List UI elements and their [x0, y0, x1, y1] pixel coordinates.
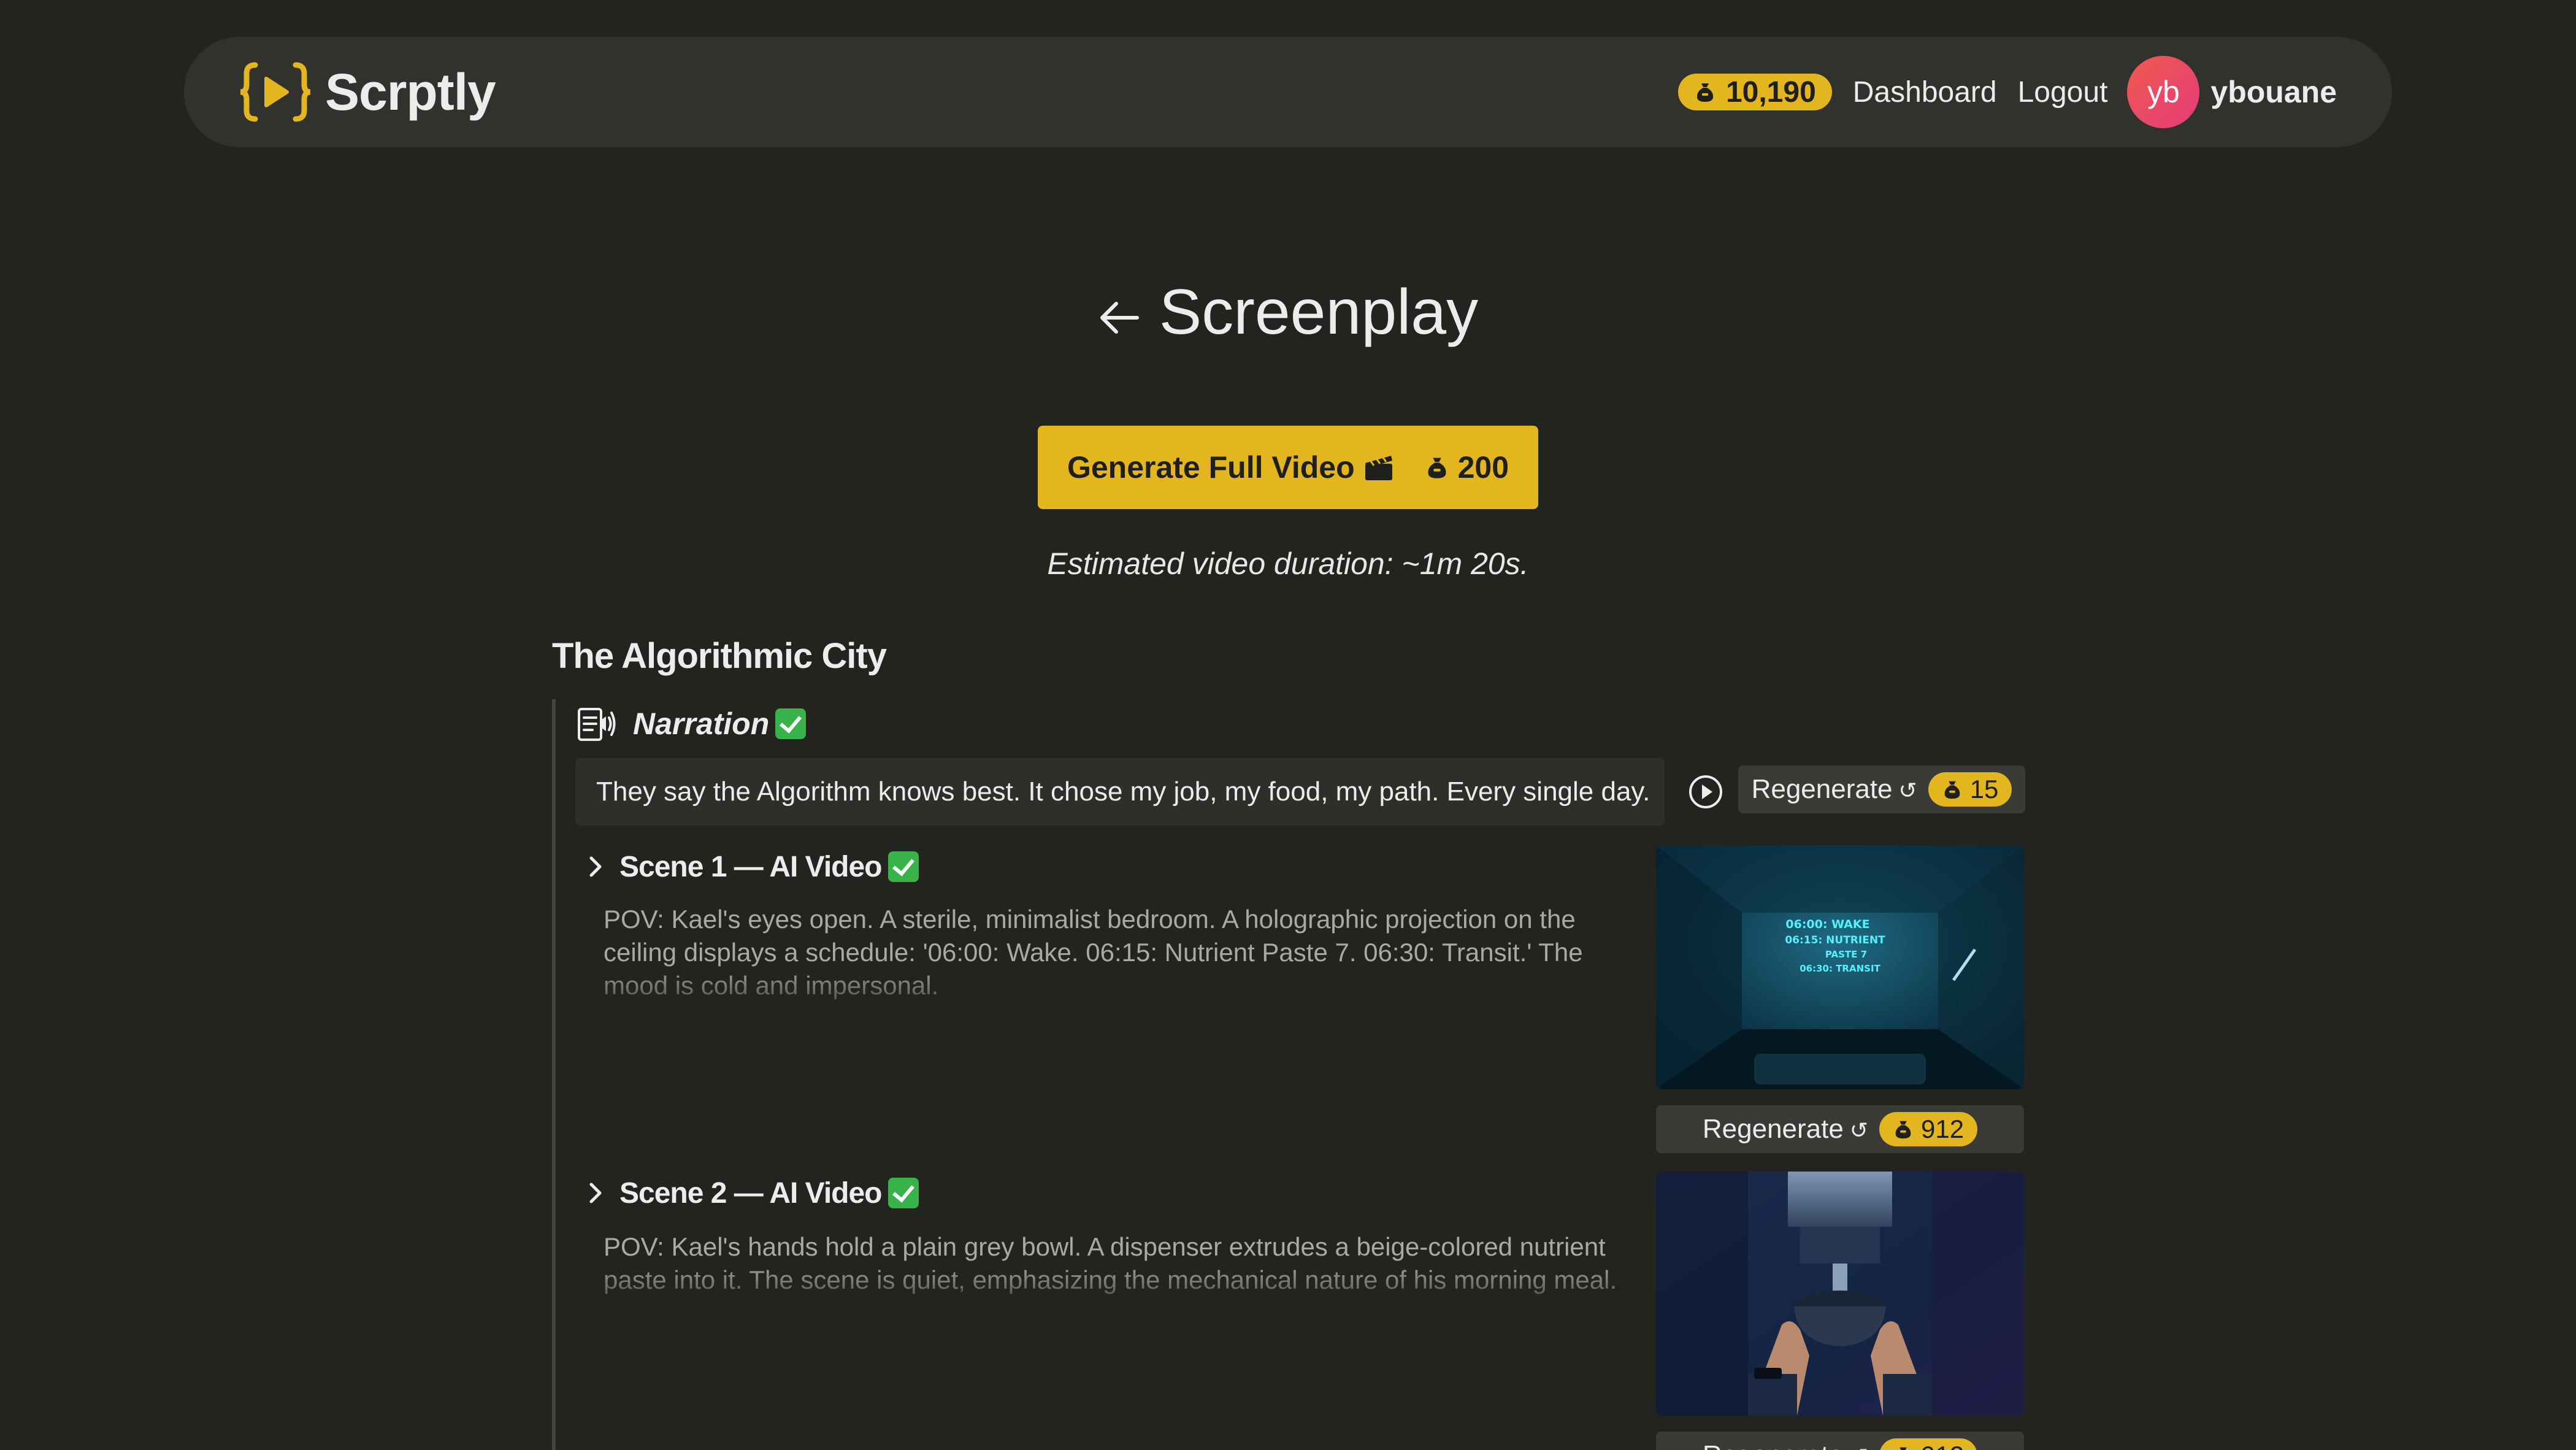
logout-link[interactable]: Logout: [2018, 75, 2108, 109]
refresh-icon: ↺: [1898, 778, 1917, 803]
scene-2-title: Scene 2 — AI Video: [619, 1176, 882, 1210]
back-arrow-icon[interactable]: [1098, 296, 1141, 339]
credits-value: 10,190: [1725, 75, 1816, 109]
scene-1-image: 06:00: WAKE 06:15: NUTRIENT PASTE 7 06:3…: [1656, 845, 2024, 1089]
cost-badge: 15: [1928, 772, 2012, 807]
scene-1-header[interactable]: Scene 1 — AI Video: [586, 845, 919, 888]
narration-header: Narration: [577, 699, 807, 748]
cost-value: 912: [1921, 1441, 1964, 1450]
narration-label: Narration: [633, 707, 770, 741]
regenerate-label: Regenerate: [1702, 1114, 1844, 1144]
avatar[interactable]: yb: [2127, 56, 2200, 128]
refresh-icon: ↺: [1849, 1118, 1869, 1143]
cost-value: 15: [1969, 775, 1999, 804]
brand-name: Scrptly: [325, 63, 496, 121]
check-mark-icon: [775, 708, 807, 739]
refresh-icon: ↺: [1850, 1444, 1868, 1450]
scene-2-description[interactable]: POV: Kael's hands hold a plain grey bowl…: [604, 1230, 1634, 1299]
page-title: Screenplay: [0, 276, 2576, 349]
scene-2-thumbnail[interactable]: [1656, 1172, 2024, 1416]
logo-icon: [240, 62, 311, 122]
scene-1-title: Scene 1 — AI Video: [619, 850, 882, 883]
scene-1-thumbnail[interactable]: 06:00: WAKE 06:15: NUTRIENT PASTE 7 06:3…: [1656, 845, 2024, 1089]
generate-full-video-button[interactable]: Generate Full Video 200: [1038, 426, 1538, 509]
regenerate-scene-1-button[interactable]: Regenerate ↺ 912: [1656, 1105, 2024, 1153]
hologram-line-3: PASTE 7: [1825, 949, 1867, 960]
generate-button-label: Generate Full Video: [1067, 450, 1355, 485]
money-bag-icon: [1895, 1121, 1911, 1139]
cost-badge: 912: [1879, 1438, 1978, 1450]
scene-1-description[interactable]: POV: Kael's eyes open. A sterile, minima…: [604, 903, 1634, 1008]
narration-text[interactable]: They say the Algorithm knows best. It ch…: [575, 758, 1665, 826]
clapperboard-icon: [1365, 456, 1392, 480]
regenerate-label: Regenerate: [1751, 774, 1893, 804]
chevron-right-icon: [589, 1183, 602, 1203]
dashboard-link[interactable]: Dashboard: [1853, 75, 1997, 109]
chevron-right-icon: [589, 856, 602, 877]
check-mark-icon: [887, 851, 919, 882]
generate-button-cost: 200: [1457, 450, 1509, 485]
regenerate-narration-button[interactable]: Regenerate ↺ 15: [1738, 765, 2025, 813]
money-bag-icon: [1696, 83, 1714, 102]
money-bag-icon: [1428, 458, 1446, 478]
regenerate-scene-2-button[interactable]: Regenerate ↺ 912: [1656, 1432, 2024, 1450]
timeline-divider: [552, 699, 556, 1450]
scene-2-image: [1656, 1172, 2024, 1416]
cost-badge: 912: [1879, 1112, 1978, 1146]
hologram-line-1: 06:00: WAKE: [1785, 918, 1869, 931]
logo[interactable]: Scrptly: [239, 60, 496, 124]
hologram-line-2: 06:15: NUTRIENT: [1785, 934, 1885, 946]
avatar-initials: yb: [2147, 75, 2180, 109]
money-bag-icon: [1944, 781, 1960, 799]
cost-value: 912: [1921, 1114, 1965, 1143]
scene-2-header[interactable]: Scene 2 — AI Video: [586, 1172, 919, 1214]
story-title: The Algorithmic City: [552, 636, 887, 676]
money-bag-icon: [1899, 1447, 1907, 1450]
username[interactable]: ybouane: [2210, 74, 2337, 110]
page-title-text: Screenplay: [1159, 277, 1479, 348]
estimated-duration: Estimated video duration: ~1m 20s.: [1047, 547, 1529, 581]
credits-badge: 10,190: [1677, 74, 1832, 110]
check-mark-icon: [887, 1178, 919, 1208]
regenerate-label: Regenerate: [1703, 1440, 1844, 1450]
narration-script-icon: [578, 708, 616, 741]
hologram-line-4: 06:30: TRANSIT: [1800, 963, 1880, 974]
header-right: 10,190 Dashboard Logout yb ybouane: [1677, 37, 2337, 147]
play-audio-icon[interactable]: [1688, 774, 1723, 810]
top-nav-bar: Scrptly 10,190 Dashboard Logout yb yboua…: [184, 37, 2392, 147]
